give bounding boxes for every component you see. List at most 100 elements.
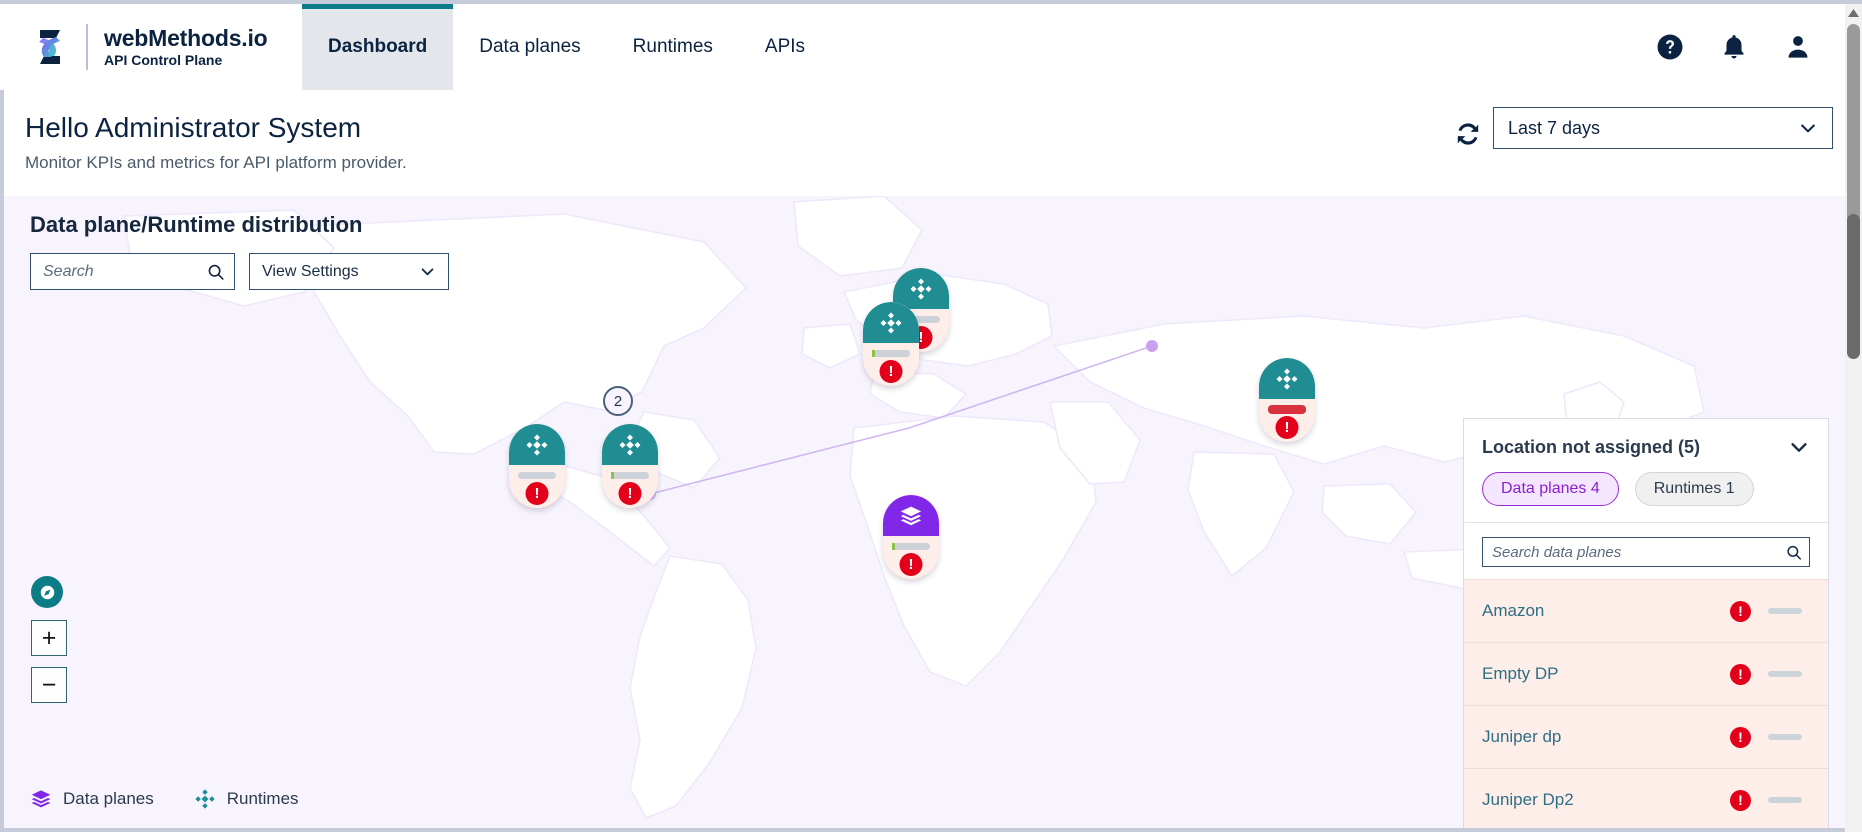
scroll-up-arrow-icon[interactable] [1845,6,1862,20]
brand-subtitle: API Control Plane [104,52,223,69]
page-subtitle: Monitor KPIs and metrics for API platfor… [25,153,407,172]
map-marker-dataplane[interactable]: ! [883,495,939,579]
chevron-down-icon[interactable] [1788,436,1810,458]
map-zoom-out-label: − [41,670,57,699]
map-marker-runtime[interactable]: ! [1259,358,1315,442]
data-plane-status-bar [1768,734,1802,740]
side-panel-title: Location not assigned (5) [1482,436,1701,457]
map-search-box[interactable] [30,253,235,290]
error-badge-glyph: ! [1738,792,1743,808]
chip-runtimes-label: Runtimes 1 [1653,480,1735,497]
topbar-actions [1655,4,1855,90]
error-badge-icon: ! [1730,663,1751,685]
brand-divider [86,24,88,70]
data-plane-row[interactable]: Juniper Dp2 ! [1464,768,1828,828]
search-icon[interactable] [206,261,226,283]
error-badge-icon: ! [1730,726,1751,748]
time-range-value: Last 7 days [1508,117,1601,138]
error-badge-icon: ! [1730,789,1751,811]
map-marker-runtime[interactable]: ! [509,424,565,508]
data-plane-row-status: ! [1730,600,1802,622]
chip-data-planes[interactable]: Data planes 4 [1482,472,1619,506]
tab-apis[interactable]: APIs [739,4,831,90]
compass-icon [40,585,54,599]
map-search-input[interactable] [43,262,207,281]
marker-status-bar [872,350,910,357]
side-panel-chips: Data planes 4 Runtimes 1 [1482,458,1810,522]
data-plane-search-box[interactable] [1482,537,1810,567]
marker-body: ! [863,302,919,386]
marker-body: ! [1259,358,1315,442]
map-marker-runtime[interactable]: ! [863,302,919,386]
user-account-icon[interactable] [1783,32,1813,62]
map-zoom-in-label: + [41,623,57,652]
view-settings-dropdown[interactable]: View Settings [249,253,449,290]
scrollbar-thumb[interactable] [1847,214,1860,359]
brand-logo-area[interactable]: webMethods.io API Control Plane [0,4,302,90]
data-plane-status-bar [1768,797,1802,803]
side-panel-title-row: Location not assigned (5) [1482,436,1810,458]
time-range-select[interactable]: Last 7 days [1493,107,1833,149]
data-plane-row[interactable]: Empty DP ! [1464,642,1828,705]
tab-runtimes-label: Runtimes [632,36,713,57]
runtime-diamond-icon [1276,368,1298,390]
marker-body: ! [602,424,658,508]
side-panel-search-wrap [1464,523,1828,579]
error-badge-glyph: ! [1738,729,1743,745]
nav-tabs: Dashboard Data planes Runtimes APIs [302,4,831,90]
data-plane-status-bar [1768,671,1802,677]
data-plane-name: Juniper dp [1482,727,1562,746]
map-panel-title: Data plane/Runtime distribution [30,212,363,237]
marker-error-badge: ! [879,360,903,383]
data-plane-name: Amazon [1482,601,1545,620]
map-cluster-marker[interactable]: 2 [603,386,633,416]
runtime-diamond-icon [195,789,215,809]
data-plane-row-status: ! [1730,789,1802,811]
tab-dashboard[interactable]: Dashboard [302,4,454,90]
app-root: webMethods.io API Control Plane Dashboar… [0,0,1862,832]
layers-icon [31,790,51,808]
map-panel: Data plane/Runtime distribution View Set… [4,196,1855,828]
marker-error-badge: ! [525,482,549,505]
tab-dashboard-label: Dashboard [328,36,428,57]
error-badge-icon: ! [1730,600,1751,622]
marker-status-bar [892,543,930,550]
map-legend: Data planes Runtimes [30,788,299,810]
map-zoom-out-button[interactable]: − [31,667,67,703]
marker-body: ! [509,424,565,508]
map-marker-runtime[interactable]: ! [602,424,658,508]
tab-runtimes[interactable]: Runtimes [607,4,739,90]
error-badge-glyph: ! [1738,666,1743,682]
runtime-diamond-icon [619,434,641,456]
map-zoom-in-button[interactable]: + [31,620,67,656]
map-cluster-count: 2 [613,392,623,410]
data-plane-row-status: ! [1730,663,1802,685]
page-scrollbar[interactable] [1845,4,1862,832]
webmethods-s-logo-icon [30,24,70,70]
data-plane-row[interactable]: Juniper dp ! [1464,705,1828,768]
top-navigation-bar: webMethods.io API Control Plane Dashboar… [0,4,1855,90]
chevron-down-icon [421,268,434,276]
data-plane-row[interactable]: Amazon ! [1464,579,1828,642]
refresh-icon[interactable] [1451,117,1485,151]
help-icon[interactable] [1655,32,1685,62]
chip-runtimes[interactable]: Runtimes 1 [1634,472,1754,506]
data-plane-name: Juniper Dp2 [1482,790,1574,809]
error-badge-glyph: ! [1738,603,1743,619]
marker-status-bar [518,472,556,479]
marker-error-badge: ! [618,482,642,505]
tab-data-planes[interactable]: Data planes [453,4,606,90]
brand-text: webMethods.io API Control Plane [104,26,268,68]
marker-error-badge: ! [1275,416,1299,439]
data-plane-status-bar [1768,608,1802,614]
data-plane-row-status: ! [1730,726,1802,748]
marker-error-badge: ! [899,553,923,576]
tab-apis-label: APIs [764,36,806,57]
legend-label-runtimes: Runtimes [226,789,299,808]
notifications-bell-icon[interactable] [1719,32,1749,62]
map-compass-button[interactable] [31,576,63,608]
search-icon[interactable] [1785,543,1803,562]
layers-icon [900,506,922,526]
data-plane-search-input[interactable] [1492,543,1786,561]
brand-title: webMethods.io [104,25,268,52]
